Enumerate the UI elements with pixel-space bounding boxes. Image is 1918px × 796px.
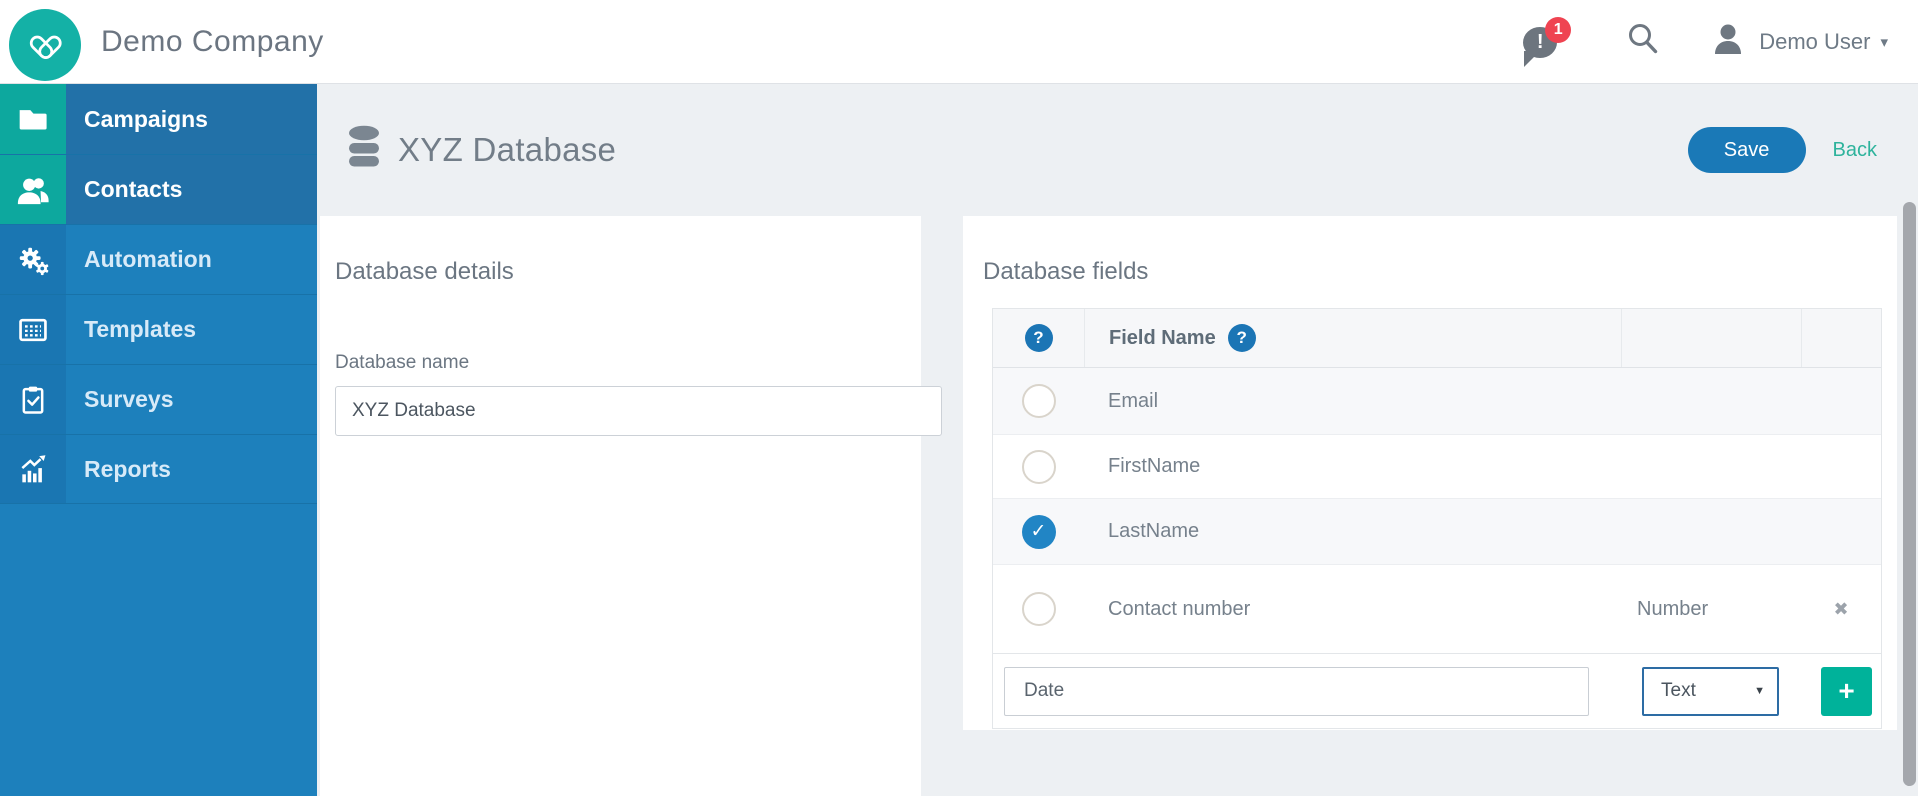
chat-bubble-tail xyxy=(1524,50,1541,67)
sidebar-item-label: Reports xyxy=(66,435,317,503)
contacts-icon xyxy=(0,155,66,224)
plus-icon: + xyxy=(1838,675,1855,706)
gears-icon xyxy=(0,225,66,294)
header-check-column: ? xyxy=(993,324,1084,352)
app-window: Demo Company ! 1 Demo User ▾ Campaigns C… xyxy=(0,0,1918,796)
main-content: XYZ Database Save Back Database details … xyxy=(317,84,1918,796)
sidebar-item-label: Surveys xyxy=(66,365,317,434)
help-icon[interactable]: ? xyxy=(1227,324,1256,352)
heart-logo-icon xyxy=(22,19,68,70)
notification-count-badge: 1 xyxy=(1545,16,1572,43)
brand-logo[interactable] xyxy=(9,8,81,81)
field-name: FirstName xyxy=(1108,455,1201,477)
database-icon xyxy=(346,125,382,176)
field-row-firstname: FirstName xyxy=(993,434,1881,498)
back-link[interactable]: Back xyxy=(1833,139,1877,162)
details-panel-heading: Database details xyxy=(335,258,514,285)
add-field-row: Text ▼ + xyxy=(993,653,1881,728)
sidebar-item-campaigns[interactable]: Campaigns xyxy=(0,84,317,154)
field-type-select[interactable]: Text ▼ xyxy=(1642,666,1779,716)
user-name: Demo User xyxy=(1759,28,1871,54)
help-icon[interactable]: ? xyxy=(1024,324,1053,352)
sidebar-item-templates[interactable]: Templates xyxy=(0,294,317,364)
folder-icon xyxy=(0,84,66,154)
field-checkbox[interactable] xyxy=(1021,449,1056,484)
header-type-column xyxy=(1621,309,1801,367)
select-caret-icon: ▼ xyxy=(1754,685,1765,697)
field-type: Number xyxy=(1637,597,1709,620)
field-checkbox[interactable] xyxy=(1021,592,1056,626)
field-row-lastname: ✓ LastName xyxy=(993,498,1881,564)
sidebar-item-label: Contacts xyxy=(66,155,317,224)
field-row-contact-number: Contact number Number ✖ xyxy=(993,564,1881,653)
page-titlebar: XYZ Database Save Back xyxy=(317,84,1918,216)
header-actions-column xyxy=(1801,309,1881,367)
fields-table-header: ? Field Name ? xyxy=(993,309,1881,368)
field-name: Email xyxy=(1108,389,1159,412)
company-name: Demo Company xyxy=(101,24,324,58)
database-details-panel: Database details Database name xyxy=(320,216,942,796)
database-name-label: Database name xyxy=(335,352,470,373)
sidebar-item-reports[interactable]: Reports xyxy=(0,434,317,504)
page-title: XYZ Database xyxy=(398,131,617,168)
user-avatar-icon xyxy=(1711,21,1745,62)
delete-field-icon[interactable]: ✖ xyxy=(1833,599,1848,620)
search-icon[interactable] xyxy=(1625,21,1659,62)
sidebar-item-label: Automation xyxy=(66,225,317,294)
add-field-button[interactable]: + xyxy=(1821,666,1872,716)
sidebar-nav: Campaigns Contacts Automation Templates … xyxy=(0,84,317,796)
field-checkbox[interactable] xyxy=(1021,384,1056,418)
chart-icon xyxy=(0,435,66,503)
new-field-name-input[interactable] xyxy=(1004,666,1589,716)
sidebar-item-label: Campaigns xyxy=(66,84,317,154)
sidebar-item-automation[interactable]: Automation xyxy=(0,224,317,294)
header-name-column: Field Name ? xyxy=(1084,309,1621,367)
field-row-email: Email xyxy=(993,368,1881,434)
field-checkbox-checked[interactable]: ✓ xyxy=(1021,514,1056,549)
template-icon xyxy=(0,295,66,364)
fields-table: ? Field Name ? Email FirstName ✓ LastNam… xyxy=(992,308,1882,729)
database-name-input[interactable] xyxy=(335,386,942,436)
save-button[interactable]: Save xyxy=(1687,127,1806,173)
field-name: LastName xyxy=(1108,520,1200,542)
field-name: Contact number xyxy=(1108,597,1251,620)
fields-panel-heading: Database fields xyxy=(983,258,1149,285)
sidebar-item-label: Templates xyxy=(66,295,317,364)
sidebar-item-surveys[interactable]: Surveys xyxy=(0,364,317,434)
sidebar-item-contacts[interactable]: Contacts xyxy=(0,154,317,224)
user-menu[interactable]: Demo User ▾ xyxy=(1711,21,1888,62)
clipboard-check-icon xyxy=(0,365,66,434)
chevron-down-icon: ▾ xyxy=(1880,33,1888,51)
notifications-button[interactable]: ! 1 xyxy=(1523,16,1572,67)
vertical-scrollbar-thumb[interactable] xyxy=(1903,202,1916,786)
field-name-header: Field Name xyxy=(1109,326,1216,349)
field-type-selected-value: Text xyxy=(1661,680,1696,701)
top-header: Demo Company ! 1 Demo User ▾ xyxy=(0,0,1918,84)
database-fields-panel: Database fields ? Field Name ? Email Fir… xyxy=(963,216,1897,730)
